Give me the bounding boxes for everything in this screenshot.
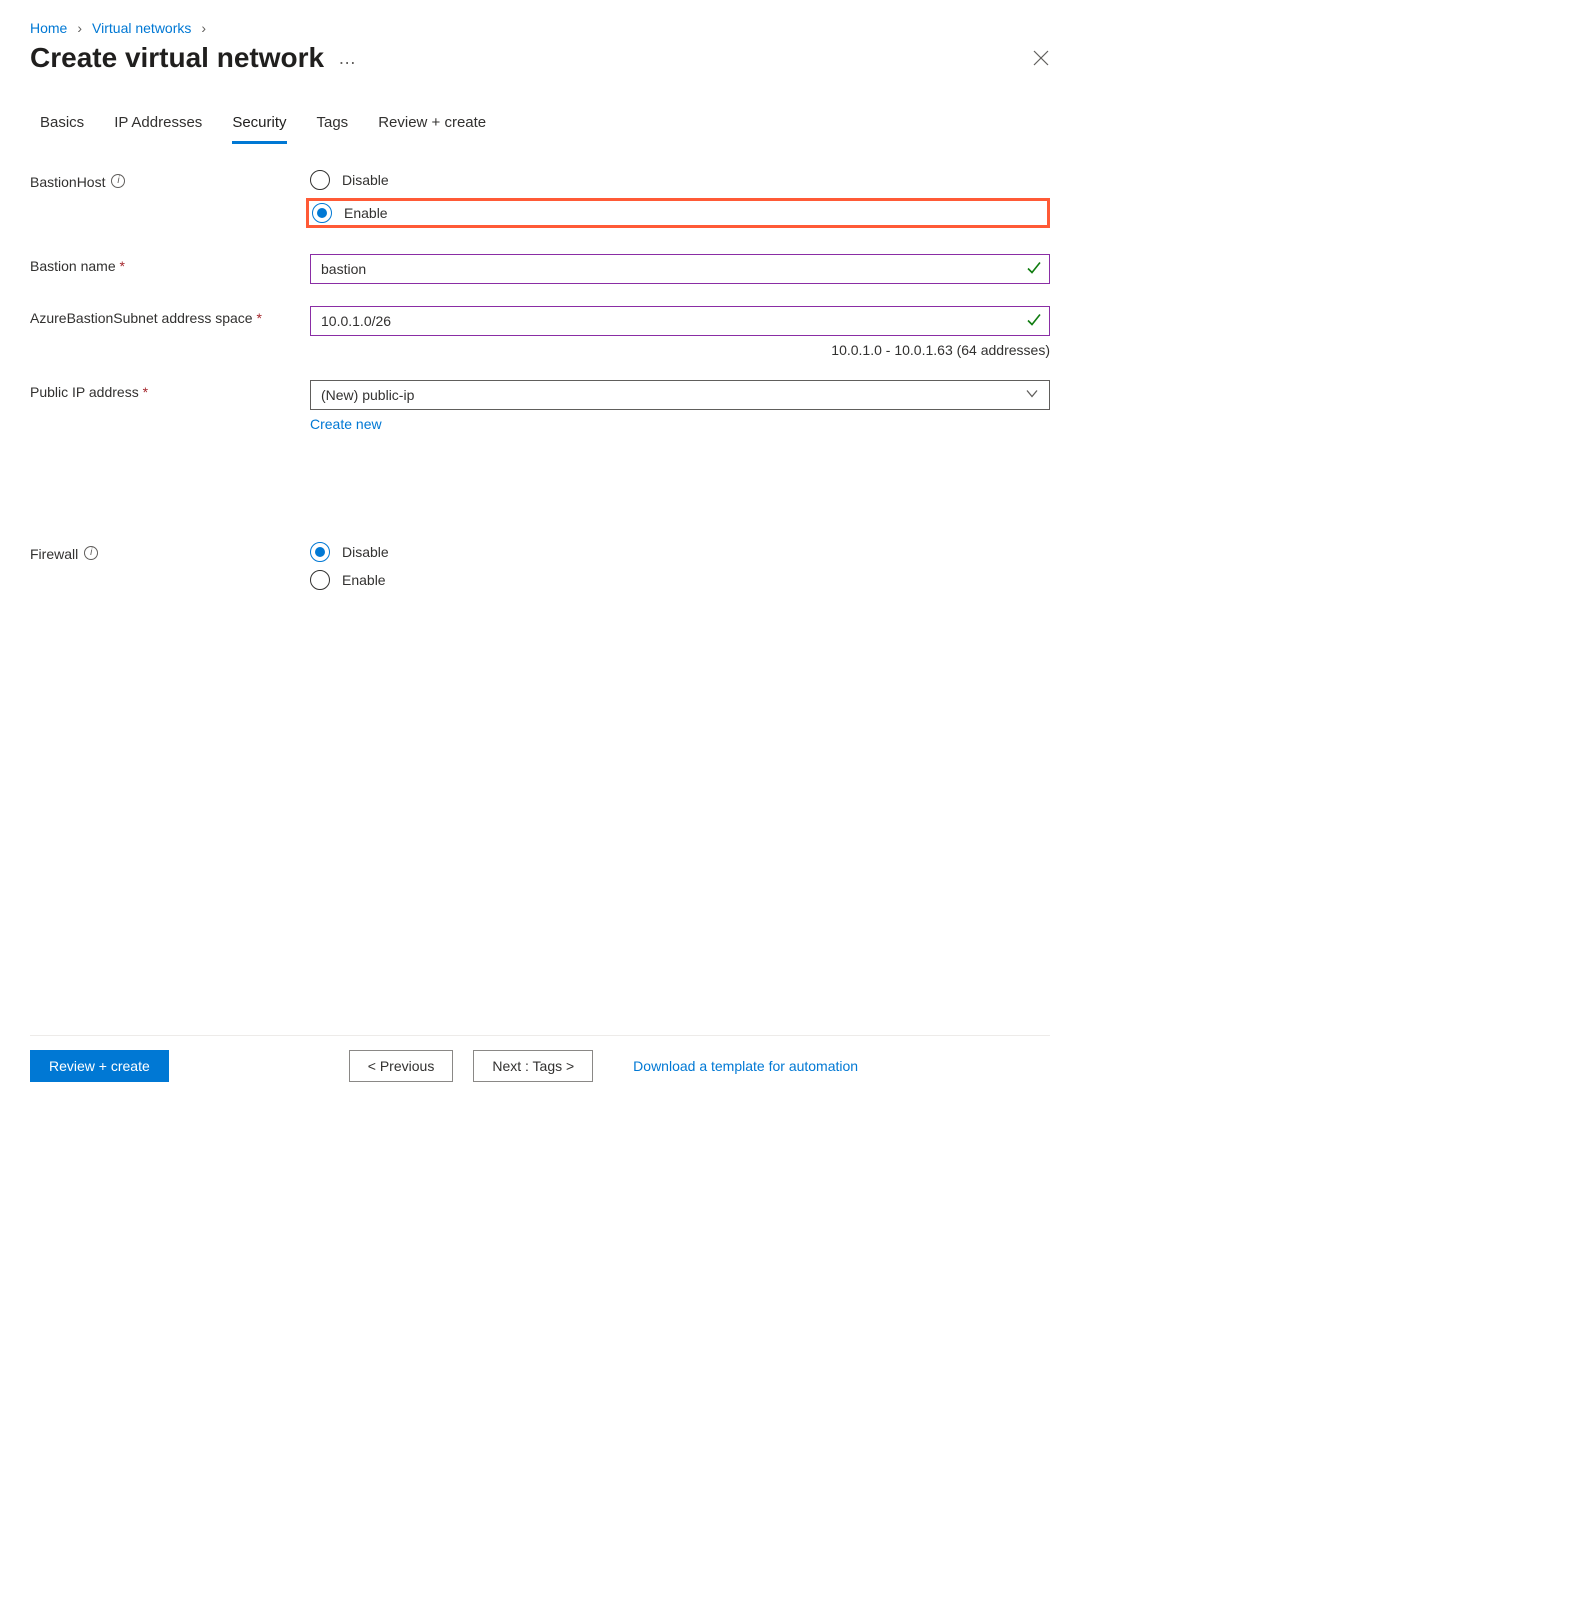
breadcrumb: Home › Virtual networks ›	[30, 20, 1050, 36]
checkmark-icon	[1026, 312, 1042, 331]
firewall-disable-radio[interactable]: Disable	[310, 542, 1050, 562]
highlight-annotation: Enable	[306, 198, 1050, 228]
bastionhost-radio-group: Disable Enable	[310, 170, 1050, 228]
firewall-enable-radio[interactable]: Enable	[310, 570, 1050, 590]
breadcrumb-home[interactable]: Home	[30, 20, 67, 36]
radio-label-enable: Enable	[342, 572, 386, 588]
required-asterisk: *	[120, 258, 125, 274]
bastion-name-label: Bastion name	[30, 258, 116, 274]
chevron-right-icon: ›	[201, 20, 206, 36]
info-icon[interactable]: i	[111, 174, 125, 188]
public-ip-label: Public IP address	[30, 384, 139, 400]
chevron-down-icon	[1025, 387, 1039, 404]
radio-label-disable: Disable	[342, 172, 389, 188]
radio-label-disable: Disable	[342, 544, 389, 560]
tab-basics[interactable]: Basics	[40, 114, 84, 144]
tabs: Basics IP Addresses Security Tags Review…	[40, 114, 1050, 144]
bastionhost-enable-radio[interactable]: Enable	[311, 203, 388, 223]
required-asterisk: *	[143, 384, 148, 400]
checkmark-icon	[1026, 260, 1042, 279]
bastionhost-label: BastionHost	[30, 174, 105, 190]
create-new-link[interactable]: Create new	[310, 416, 382, 432]
bastion-name-input[interactable]	[310, 254, 1050, 284]
tab-ip-addresses[interactable]: IP Addresses	[114, 114, 202, 144]
radio-label-enable: Enable	[344, 205, 388, 221]
tab-security[interactable]: Security	[232, 114, 286, 144]
info-icon[interactable]: i	[84, 546, 98, 560]
review-create-button[interactable]: Review + create	[30, 1050, 169, 1082]
subnet-input[interactable]	[310, 306, 1050, 336]
footer-bar: Review + create < Previous Next : Tags >…	[30, 1035, 1050, 1100]
previous-button[interactable]: < Previous	[349, 1050, 454, 1082]
required-asterisk: *	[256, 310, 261, 326]
page-title: Create virtual network	[30, 42, 324, 74]
firewall-label: Firewall	[30, 546, 78, 562]
public-ip-select[interactable]: (New) public-ip	[310, 380, 1050, 410]
bastionhost-disable-radio[interactable]: Disable	[310, 170, 1050, 190]
subnet-helper-text: 10.0.1.0 - 10.0.1.63 (64 addresses)	[310, 342, 1050, 358]
breadcrumb-virtual-networks[interactable]: Virtual networks	[92, 20, 191, 36]
chevron-right-icon: ›	[77, 20, 82, 36]
firewall-radio-group: Disable Enable	[310, 542, 1050, 590]
close-icon[interactable]	[1032, 49, 1050, 67]
tab-tags[interactable]: Tags	[317, 114, 349, 144]
download-template-link[interactable]: Download a template for automation	[633, 1058, 858, 1074]
next-button[interactable]: Next : Tags >	[473, 1050, 593, 1082]
more-icon[interactable]: …	[338, 48, 358, 69]
subnet-label: AzureBastionSubnet address space	[30, 310, 253, 326]
tab-review-create[interactable]: Review + create	[378, 114, 486, 144]
public-ip-value: (New) public-ip	[321, 387, 414, 403]
